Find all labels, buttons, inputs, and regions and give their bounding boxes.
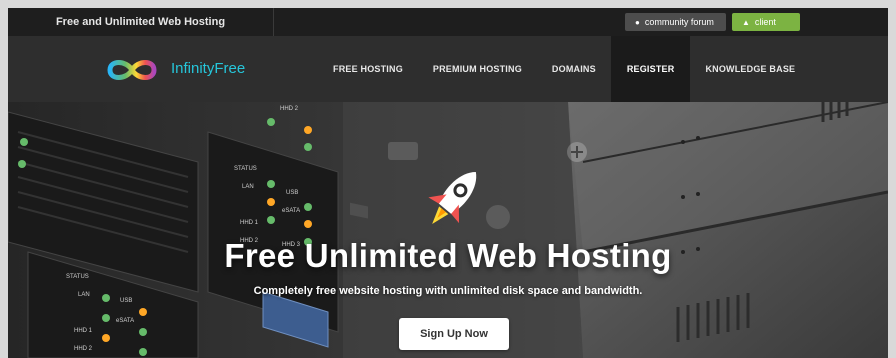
- site-tagline: Free and Unlimited Web Hosting: [8, 8, 274, 36]
- label-esata-2: eSATA: [116, 318, 134, 324]
- rocket-icon: [428, 171, 477, 225]
- top-bar: Free and Unlimited Web Hosting ● communit…: [8, 8, 888, 46]
- main-navbar: InfinityFree FREE HOSTING PREMIUM HOSTIN…: [8, 36, 888, 102]
- nav-item-register[interactable]: REGISTER: [610, 36, 691, 102]
- nav-item-free-hosting[interactable]: FREE HOSTING: [318, 36, 418, 102]
- label-hdd1-2: HHD 1: [74, 328, 93, 334]
- label-lan-1: LAN: [242, 184, 254, 190]
- hero-section: HHD 2 STATUS LAN USB eSATA HHD 1 HHD 2 H…: [8, 102, 888, 358]
- label-hdd-top: HHD 2: [280, 106, 299, 112]
- hero-subtitle: Completely free website hosting with unl…: [253, 285, 643, 297]
- infinity-logo-icon: [107, 60, 157, 80]
- label-usb-1: USB: [286, 190, 298, 196]
- client-area-button[interactable]: ▲client area: [732, 13, 800, 46]
- sign-up-button[interactable]: Sign Up Now: [399, 318, 509, 350]
- label-status-1: STATUS: [234, 166, 257, 172]
- label-usb-2: USB: [120, 298, 132, 304]
- community-forum-label: community forum: [644, 17, 714, 27]
- nav-item-domains[interactable]: DOMAINS: [537, 36, 611, 102]
- brand-name: InfinityFree: [171, 60, 246, 77]
- chat-bubble-icon: ●: [635, 18, 640, 27]
- nav-item-knowledge-base[interactable]: KNOWLEDGE BASE: [690, 36, 810, 102]
- hero-title: Free Unlimited Web Hosting: [224, 237, 672, 274]
- site-logo[interactable]: InfinityFree: [106, 55, 266, 85]
- label-esata-1: eSATA: [282, 208, 300, 214]
- label-hdd2-2: HHD 2: [74, 346, 93, 352]
- nav-menu: FREE HOSTING PREMIUM HOSTING DOMAINS REG…: [318, 36, 810, 102]
- label-hdd1-1: HHD 1: [240, 220, 259, 226]
- browser-viewport: Free and Unlimited Web Hosting ● communit…: [8, 8, 888, 358]
- community-forum-button[interactable]: ● community forum: [625, 13, 726, 31]
- user-icon: ▲: [742, 18, 750, 27]
- nav-item-premium-hosting[interactable]: PREMIUM HOSTING: [418, 36, 537, 102]
